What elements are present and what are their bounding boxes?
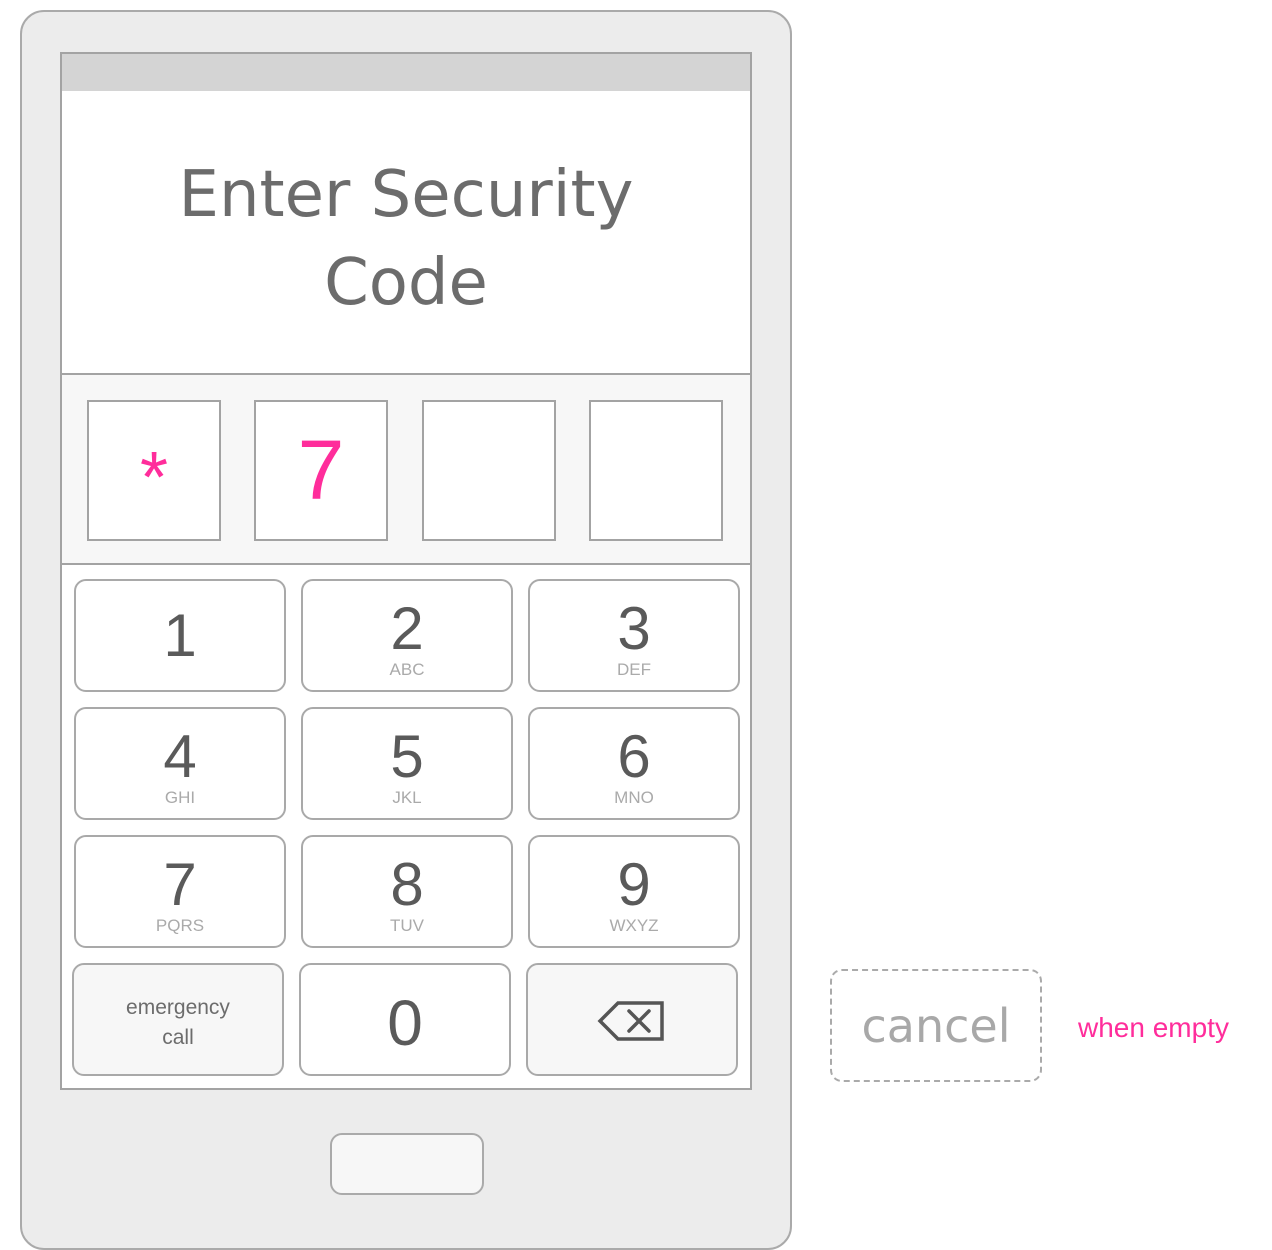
key-digit: 6 <box>617 723 651 790</box>
key-letters: TUV <box>390 916 424 935</box>
key-letters: WXYZ <box>609 916 659 935</box>
key-digit: 8 <box>390 851 424 918</box>
key-digit: 4 <box>163 723 197 790</box>
key-digit: 3 <box>617 595 651 662</box>
key-7[interactable]: 7 PQRS <box>74 835 286 948</box>
status-bar <box>62 54 750 91</box>
key-0[interactable]: 0 <box>299 963 511 1076</box>
backspace-button[interactable] <box>526 963 738 1076</box>
key-digit: 9 <box>617 851 651 918</box>
home-button[interactable] <box>330 1133 484 1195</box>
key-1[interactable]: 1 <box>74 579 286 692</box>
backspace-icon <box>597 1001 664 1041</box>
key-letters: ABC <box>389 660 425 679</box>
security-code-field: * 7 <box>62 373 750 565</box>
cancel-annotation: when empty <box>1078 1012 1229 1043</box>
code-digit-2[interactable]: 7 <box>254 400 388 541</box>
key-digit: 7 <box>163 851 197 918</box>
code-digit-4[interactable] <box>589 400 723 541</box>
emergency-call-label: emergency call <box>126 996 230 1049</box>
key-letters: JKL <box>392 788 422 807</box>
code-digit-3[interactable] <box>422 400 556 541</box>
key-5[interactable]: 5 JKL <box>301 707 513 820</box>
key-8[interactable]: 8 TUV <box>301 835 513 948</box>
key-2[interactable]: 2 ABC <box>301 579 513 692</box>
key-digit: 1 <box>163 602 197 669</box>
key-letters: DEF <box>617 660 651 679</box>
key-3[interactable]: 3 DEF <box>528 579 740 692</box>
key-letters: GHI <box>164 788 196 807</box>
key-letters: PQRS <box>155 916 205 935</box>
key-digit: 2 <box>390 595 424 662</box>
key-letters: MNO <box>614 788 654 807</box>
code-digit-1[interactable]: * <box>87 400 221 541</box>
cancel-button[interactable]: cancel <box>830 969 1042 1082</box>
page-title: Enter Security Code <box>178 158 634 320</box>
key-4[interactable]: 4 GHI <box>74 707 286 820</box>
key-digit: 0 <box>387 987 423 1059</box>
emergency-call-button[interactable]: emergency call <box>72 963 284 1076</box>
key-6[interactable]: 6 MNO <box>528 707 740 820</box>
key-9[interactable]: 9 WXYZ <box>528 835 740 948</box>
key-digit: 5 <box>390 723 424 790</box>
